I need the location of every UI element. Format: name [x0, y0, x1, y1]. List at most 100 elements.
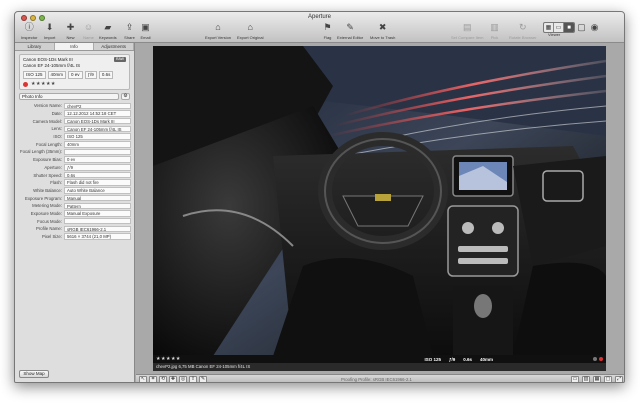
image-viewer: ★★★★★ ISO 125 ƒ/9 0.6s 40mm chevP2.jpg 6… [136, 43, 624, 374]
metadata-label: Pixel Size: [41, 234, 62, 240]
straighten-icon: ⟲ [160, 376, 166, 382]
metadata-row: Focus Mode: [19, 217, 131, 225]
metadata-value-field[interactable]: 0.6s [64, 171, 131, 179]
redeye-icon: ◎ [180, 376, 186, 382]
filmstrip-button[interactable]: ▭ [571, 376, 579, 382]
viewer-icon: ■ [567, 24, 571, 31]
photo-info-strip: ★★★★★ ISO 125 ƒ/9 0.6s 40mm [153, 355, 606, 363]
main-photo[interactable] [153, 46, 606, 356]
exif-shutter: 0.6s [98, 71, 114, 79]
metadata-value-field[interactable]: 40mm [64, 141, 131, 148]
lift-tool[interactable]: ⇧ [189, 376, 197, 382]
metadata-row: Exposure Mode: Manual Exposure [19, 210, 131, 218]
metadata-row: Focal Length (35mm): [19, 148, 131, 156]
rotate-browser-button[interactable]: ↻ Rotate Browser [509, 22, 537, 40]
metadata-label: Focal Length (35mm): [19, 149, 62, 155]
tab-adjustments[interactable]: Adjustments [94, 43, 135, 50]
tab-library[interactable]: Library [15, 43, 55, 50]
compare-mode-icon: ▥ [583, 376, 589, 382]
move-to-trash-label: Move to Trash [370, 35, 396, 40]
metadata-value-field[interactable]: chevP2 [64, 102, 131, 110]
overlay-shutter: 0.6s [463, 356, 472, 362]
brush-tool[interactable]: ✎ [199, 376, 207, 382]
metadata-value-field[interactable]: Auto White Balance [64, 187, 131, 194]
metadata-value-field[interactable]: Manual Exposure [64, 210, 131, 217]
keywords-button[interactable]: ▰ Keywords [99, 22, 117, 40]
name-button[interactable]: ☺ Name [83, 22, 94, 40]
loupe-button[interactable]: ◉ [589, 22, 600, 33]
metadata-row: White Balance: Auto White Balance [19, 187, 131, 195]
exif-summary: ISO 125 40mm 0 ev ƒ/9 0.6s [23, 71, 126, 79]
metadata-value-field[interactable]: Manual [64, 194, 131, 202]
metadata-value-field[interactable]: ISO 125 [64, 133, 131, 140]
set-compare-item-button[interactable]: ▤ Set Compare Item [451, 22, 483, 40]
new-button[interactable]: ✚ New [65, 22, 76, 40]
split-view-button[interactable]: ▭ [554, 23, 564, 32]
metadata-label: Shutter Speed: [33, 172, 62, 178]
exif-overlay: ISO 125 ƒ/9 0.6s 40mm [424, 357, 493, 362]
share-button[interactable]: ⇪ Share [124, 22, 135, 40]
exif-aperture: ƒ/9 [84, 71, 97, 79]
car-interior-photo [153, 46, 606, 356]
redeye-tool[interactable]: ◎ [179, 376, 187, 382]
metadata-value-field[interactable]: 0 ev [64, 156, 131, 163]
color-label-dot[interactable] [23, 81, 28, 87]
lens-name: Canon EF 24-105mm f/4L IS [23, 63, 81, 68]
metadata-label: ISO: [53, 134, 62, 140]
rating-stars[interactable]: ★★★★★ [31, 81, 56, 87]
metadata-value-field[interactable]: sRGB IEC61966-2.1 [64, 225, 131, 233]
import-label: Import [44, 35, 56, 40]
metadata-value-field[interactable] [64, 217, 131, 225]
metadata-row: Profile Name: sRGB IEC61966-2.1 [19, 225, 131, 233]
fullscreen-view-icon: ⤢ [616, 376, 621, 382]
pick-button[interactable]: ▥ Pick [489, 22, 500, 40]
external-editor-button[interactable]: ✎ External Editor [337, 22, 363, 40]
retouch-tool[interactable]: ✚ [169, 376, 177, 382]
fullscreen-view-button[interactable]: ⤢ [615, 376, 623, 382]
show-map-button[interactable]: Show Map [19, 370, 49, 378]
split-icon: ▭ [555, 25, 562, 31]
flag-button[interactable]: ⚑ Flag [322, 22, 333, 40]
compare-mode-button[interactable]: ▥ [582, 376, 590, 382]
email-button[interactable]: ▣ Email [140, 22, 151, 40]
flag-dot-gray [593, 357, 597, 361]
viewer-mode-button[interactable]: ■ [564, 23, 574, 32]
rotate-icon: ↻ [519, 22, 527, 32]
metadata-label: Aperture: [44, 164, 62, 170]
grid-view-button[interactable]: ▦ [544, 23, 554, 32]
multi-view-button[interactable]: ▦ [593, 376, 601, 382]
export-original-label: Export Original [237, 35, 264, 40]
photo-rating-stars[interactable]: ★★★★★ [156, 356, 181, 362]
tab-info[interactable]: Info [54, 43, 95, 50]
pointer-tool[interactable]: ↖ [139, 376, 147, 382]
single-view-button[interactable]: ▢ [604, 376, 612, 382]
move-to-trash-button[interactable]: ✖ Move to Trash [370, 22, 395, 40]
export-version-button[interactable]: ⌂ Export Version [205, 22, 231, 40]
metadata-value-field[interactable]: 5616 × 3744 (21,0 MP) [64, 233, 131, 240]
metadata-label: Lens: [51, 126, 62, 132]
share-icon: ⇪ [125, 22, 134, 32]
metadata-value-field[interactable]: 12.12.2012 14:52:18 CET [64, 110, 131, 117]
grid-icon: ▦ [545, 25, 552, 31]
inspector-button[interactable]: ⓘ Inspector [21, 22, 37, 40]
metadata-row: Lens: Canon EF 24-105mm f/4L IS [19, 125, 131, 133]
metadata-view-select[interactable]: Photo Info [19, 93, 119, 100]
metadata-value-field[interactable]: Flash did not fire [64, 179, 131, 186]
metadata-value-field[interactable] [64, 148, 131, 156]
camera-info-box: RAW Canon EOS-1Ds Mark III Canon EF 24-1… [19, 54, 130, 90]
export-original-button[interactable]: ⌂ Export Original [237, 22, 263, 40]
metadata-value-field[interactable]: Pattern [64, 202, 131, 210]
gear-icon[interactable]: ⚙ [121, 93, 130, 100]
metadata-value-field[interactable]: ƒ/9 [64, 164, 131, 171]
loupe-icon: ◉ [590, 22, 599, 32]
full-screen-button[interactable]: ▢ [576, 22, 587, 33]
metadata-value-field[interactable]: Canon EF 24-105mm f/4L IS [64, 125, 131, 133]
import-button[interactable]: ⬇ Import [44, 22, 55, 40]
exif-iso: ISO 125 [23, 71, 46, 79]
crop-tool[interactable]: ⌗ [149, 376, 157, 382]
metadata-label: Profile Name: [35, 226, 62, 232]
metadata-value-field[interactable]: Canon EOS-1Ds Mark III [64, 117, 131, 125]
tag-icon: ☺ [83, 22, 94, 32]
straighten-tool[interactable]: ⟲ [159, 376, 167, 382]
metadata-label: Exposure Bias: [33, 157, 62, 163]
